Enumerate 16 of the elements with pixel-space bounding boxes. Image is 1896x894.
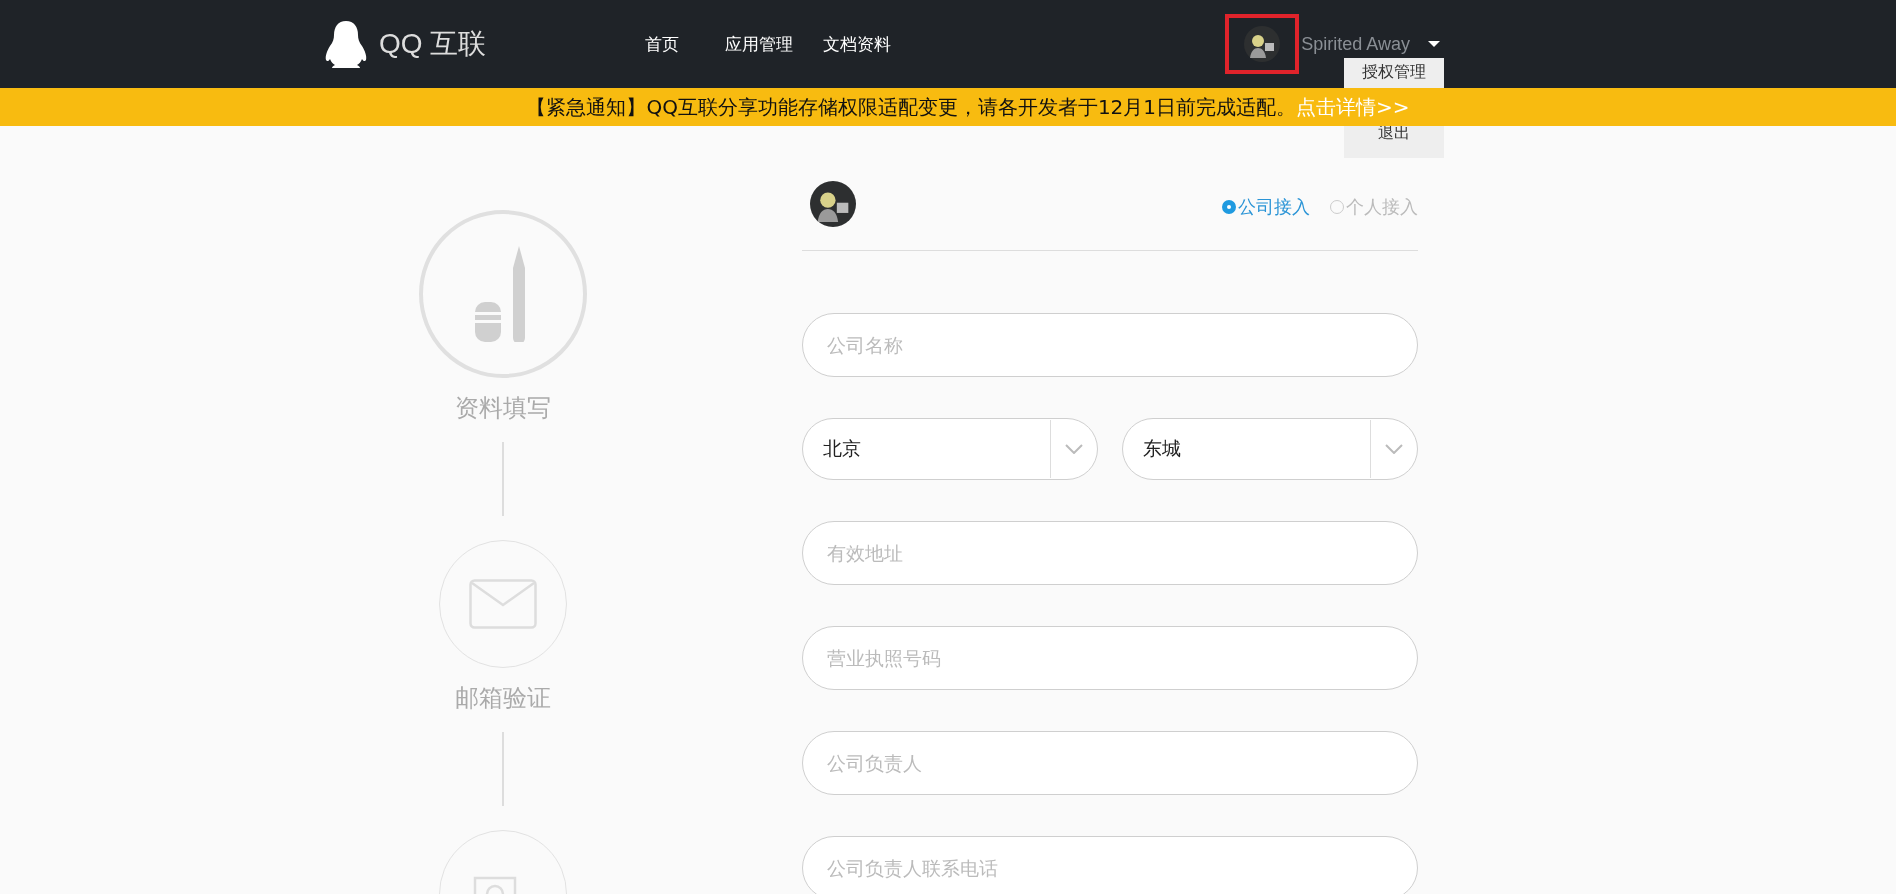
- input-field[interactable]: 营业执照号码: [802, 626, 1418, 690]
- notice-text: 【紧急通知】QQ互联分享功能存储权限适配变更，请各开发者于12月1日前完成适配。点击详情>>: [526, 93, 1410, 121]
- input-field[interactable]: 公司负责人联系电话: [802, 836, 1418, 894]
- input-field[interactable]: 有效地址: [802, 521, 1418, 585]
- user-name[interactable]: Spirited Away: [1301, 33, 1410, 55]
- step-label: 资料填写: [455, 393, 551, 424]
- select-field[interactable]: 北京: [802, 418, 1098, 480]
- input-field[interactable]: 公司负责人: [802, 731, 1418, 795]
- nav-link[interactable]: 文档资料: [823, 32, 891, 56]
- nav-link[interactable]: 应用管理: [725, 32, 793, 56]
- menu-item[interactable]: 授权管理: [1362, 62, 1426, 83]
- select-field[interactable]: 东城: [1122, 418, 1418, 480]
- input-field[interactable]: 公司名称: [802, 313, 1418, 377]
- step-label: 邮箱验证: [455, 683, 551, 714]
- logo-text: QQ 互联: [379, 27, 487, 61]
- nav-link[interactable]: 首页: [645, 32, 679, 56]
